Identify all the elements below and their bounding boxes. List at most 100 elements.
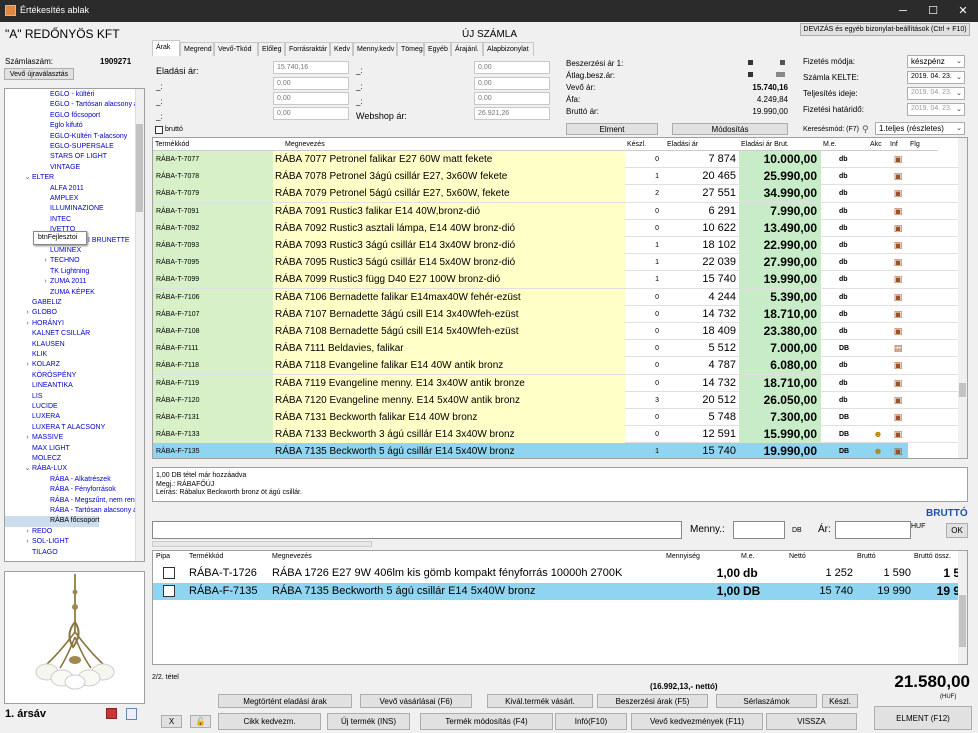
tree-item[interactable]: LINEANTIKA — [5, 381, 73, 391]
tab-0[interactable]: Árak — [152, 40, 180, 56]
tree-item[interactable]: KALNET CSILLÁR — [5, 329, 90, 339]
tab-2[interactable]: Vevő-Tkód — [214, 42, 258, 56]
save-price-button[interactable]: Elment — [566, 123, 658, 135]
tree-item[interactable]: RÁBA - Alkatrészek — [5, 475, 111, 485]
expand-arrow-icon[interactable]: › — [23, 527, 32, 537]
grid-header[interactable]: Flg — [908, 138, 938, 151]
extra-input-2[interactable]: 0,00 — [273, 92, 349, 105]
tree-item[interactable]: EGLO - kültéri — [5, 90, 94, 100]
mid-input-2[interactable]: 0,00 — [474, 77, 550, 90]
tab-4[interactable]: Forrásraktár — [285, 42, 330, 56]
tree-item[interactable]: RÁBA - Tartósan alacsony ár — [5, 506, 139, 516]
table-row[interactable]: RÁBA-F-7120 RÁBA 7120 Evangeline menny. E… — [153, 391, 959, 409]
tree-item[interactable]: ⌄ ELTER — [5, 173, 54, 183]
expand-arrow-icon[interactable]: ⌄ — [23, 464, 32, 474]
webshop-input[interactable]: 26.921,26 — [474, 107, 550, 120]
tree-item[interactable]: STARS OF LIGHT — [5, 152, 107, 162]
cart-header[interactable]: Megnevezés — [272, 553, 312, 560]
cart-header[interactable]: Termékkód — [189, 553, 223, 560]
due-date-picker[interactable]: 2019. 04. 23. ⌄ — [907, 103, 965, 116]
item-discount-button[interactable]: Cikk kedvezm. — [218, 713, 321, 730]
product-grid[interactable]: Termékkód Megnevezés Készl. Eladási ár Eladá… — [152, 137, 968, 459]
copy-icon[interactable] — [126, 708, 137, 720]
expand-arrow-icon[interactable]: › — [23, 308, 32, 318]
tree-item[interactable]: › TECHNO — [5, 256, 79, 266]
mid-input-3[interactable]: 0,00 — [474, 92, 550, 105]
tree-item[interactable]: RÁBA - Fényforrások — [5, 485, 116, 495]
tree-item[interactable]: › ZUMA 2011 — [5, 277, 86, 287]
lock-icon[interactable]: 🔓 — [190, 715, 211, 728]
tree-item[interactable]: EGLO-SUPERSALE — [5, 142, 114, 152]
tree-item[interactable]: ILLUMINAZIONE — [5, 204, 104, 214]
cart-scrollbar-thumb[interactable] — [959, 595, 966, 647]
tree-item[interactable]: › KOLARZ — [5, 360, 60, 370]
cart-header[interactable]: Nettó — [789, 553, 806, 560]
tree-item[interactable]: LUMINEX — [5, 246, 81, 256]
cart-header[interactable]: M.e. — [741, 553, 755, 560]
customer-discounts-button[interactable]: Vevő kedvezmények (F11) — [631, 713, 763, 730]
tree-item[interactable]: Eglo kifutó — [5, 121, 83, 131]
table-row[interactable]: RÁBA-F-7107 RÁBA 7107 Bernadette 3ágú csi… — [153, 305, 959, 323]
tree-item[interactable]: TILAGO — [5, 548, 58, 558]
tree-scrollbar[interactable] — [135, 89, 144, 561]
minimize-button[interactable]: ─ — [888, 0, 918, 22]
grid-header[interactable]: Eladási ár Brut. — [739, 138, 821, 151]
past-sales-prices-button[interactable]: Megtörtént eladási árak — [218, 694, 352, 708]
tree-item[interactable]: ALFA 2011 — [5, 184, 84, 194]
category-tree[interactable]: EGLO - kültéri EGLO - Tartósan alacsony á… — [4, 88, 145, 562]
tree-item[interactable]: MOLECZ — [5, 454, 61, 464]
close-window-button[interactable]: ✕ — [948, 0, 978, 22]
table-row[interactable]: RÁBA-T-7078 RÁBA 7078 Petronel 3ágú csill… — [153, 168, 959, 186]
tree-item[interactable]: LUCIDE — [5, 402, 58, 412]
tree-item[interactable]: VINTAGE — [5, 163, 80, 173]
qty-input[interactable] — [733, 521, 785, 539]
tree-item[interactable]: INTEC — [5, 215, 71, 225]
serial-numbers-button[interactable]: Sérlaszámok — [716, 694, 817, 708]
tree-item[interactable]: LUXERA — [5, 412, 60, 422]
tree-item[interactable]: ZUMA KÉPEK — [5, 288, 95, 298]
table-row[interactable]: RÁBA-F-7133 RÁBA 7133 Beckworth 3 ágú csi… — [153, 426, 959, 444]
tree-item[interactable]: LUXERA T ALACSONY — [5, 423, 105, 433]
tree-item[interactable]: RÁBA - Megszűnt, nem rend. — [5, 496, 141, 506]
tree-item[interactable]: EGLO - Tartósan alacsony ár — [5, 100, 140, 110]
cart-header[interactable]: Bruttó — [857, 553, 876, 560]
table-row[interactable]: RÁBA-F-7135 RÁBA 7135 Beckworth 5 ágú csi… — [153, 443, 959, 458]
table-row[interactable]: RÁBA-T-7091 RÁBA 7091 Rustic3 falikar E14… — [153, 202, 959, 220]
fulfil-date-picker[interactable]: 2019. 04. 23. ⌄ — [907, 87, 965, 100]
stock-button[interactable]: Készl. — [822, 694, 858, 708]
tab-1[interactable]: Megrend — [180, 42, 214, 56]
search-input[interactable] — [152, 521, 682, 539]
table-row[interactable]: RÁBA-T-7099 RÁBA 7099 Rustic3 függ D40 E2… — [153, 271, 959, 289]
tab-6[interactable]: Menny.kedv — [353, 42, 397, 56]
search-mode-select[interactable]: 1.teljes (részletes) ⌄ — [875, 122, 965, 135]
expand-arrow-icon[interactable]: › — [23, 360, 32, 370]
expand-arrow-icon[interactable]: › — [41, 256, 50, 266]
table-row[interactable]: RÁBA-T-7093 RÁBA 7093 Rustic3 3ágú csillá… — [153, 237, 959, 255]
tree-item[interactable]: KLIK — [5, 350, 47, 360]
table-row[interactable]: RÁBA-T-7079 RÁBA 7079 Petronel 5ágú csill… — [153, 185, 959, 203]
modify-button[interactable]: Módosítás — [672, 123, 788, 135]
change-customer-button[interactable]: Vevő újraválasztás — [4, 68, 74, 80]
info-button[interactable]: Infó(F10) — [555, 713, 627, 730]
gross-checkbox[interactable] — [155, 126, 163, 134]
tab-7[interactable]: Tömeg — [397, 42, 424, 56]
table-row[interactable]: RÁBA-F-7131 RÁBA 7131 Beckworth falikar E… — [153, 409, 959, 427]
mid-input-1[interactable]: 0,00 — [474, 61, 550, 74]
purchase-prices-button[interactable]: Beszerzési árak (F5) — [597, 694, 708, 708]
grid-header[interactable]: Akc — [868, 138, 888, 151]
tree-item[interactable]: › HORÁNYI — [5, 319, 64, 329]
tree-item[interactable]: TK Lightning — [5, 267, 89, 277]
cart-row[interactable]: RÁBA-F-7135 RÁBA 7135 Beckworth 5 ágú csi… — [153, 583, 960, 600]
table-row[interactable]: RÁBA-T-7077 RÁBA 7077 Petronel falikar E2… — [153, 151, 959, 169]
table-row[interactable]: RÁBA-F-7119 RÁBA 7119 Evangeline menny. E… — [153, 374, 959, 392]
table-row[interactable]: RÁBA-T-7092 RÁBA 7092 Rustic3 asztali lám… — [153, 219, 959, 237]
cart-header[interactable]: Pipa — [156, 553, 170, 560]
tab-8[interactable]: Egyéb — [424, 42, 451, 56]
table-row[interactable]: RÁBA-F-7111 RÁBA 7111 Beldavies, falikar 0… — [153, 340, 959, 358]
grid-scrollbar[interactable] — [958, 138, 967, 458]
sale-price-input[interactable]: 15.740,16 — [273, 61, 349, 74]
expand-arrow-icon[interactable]: › — [23, 319, 32, 329]
grid-header[interactable]: Eladási ár — [665, 138, 739, 151]
extra-input-1[interactable]: 0,00 — [273, 77, 349, 90]
selected-product-purchases-button[interactable]: Kivál.termék vásárl. — [487, 694, 593, 708]
